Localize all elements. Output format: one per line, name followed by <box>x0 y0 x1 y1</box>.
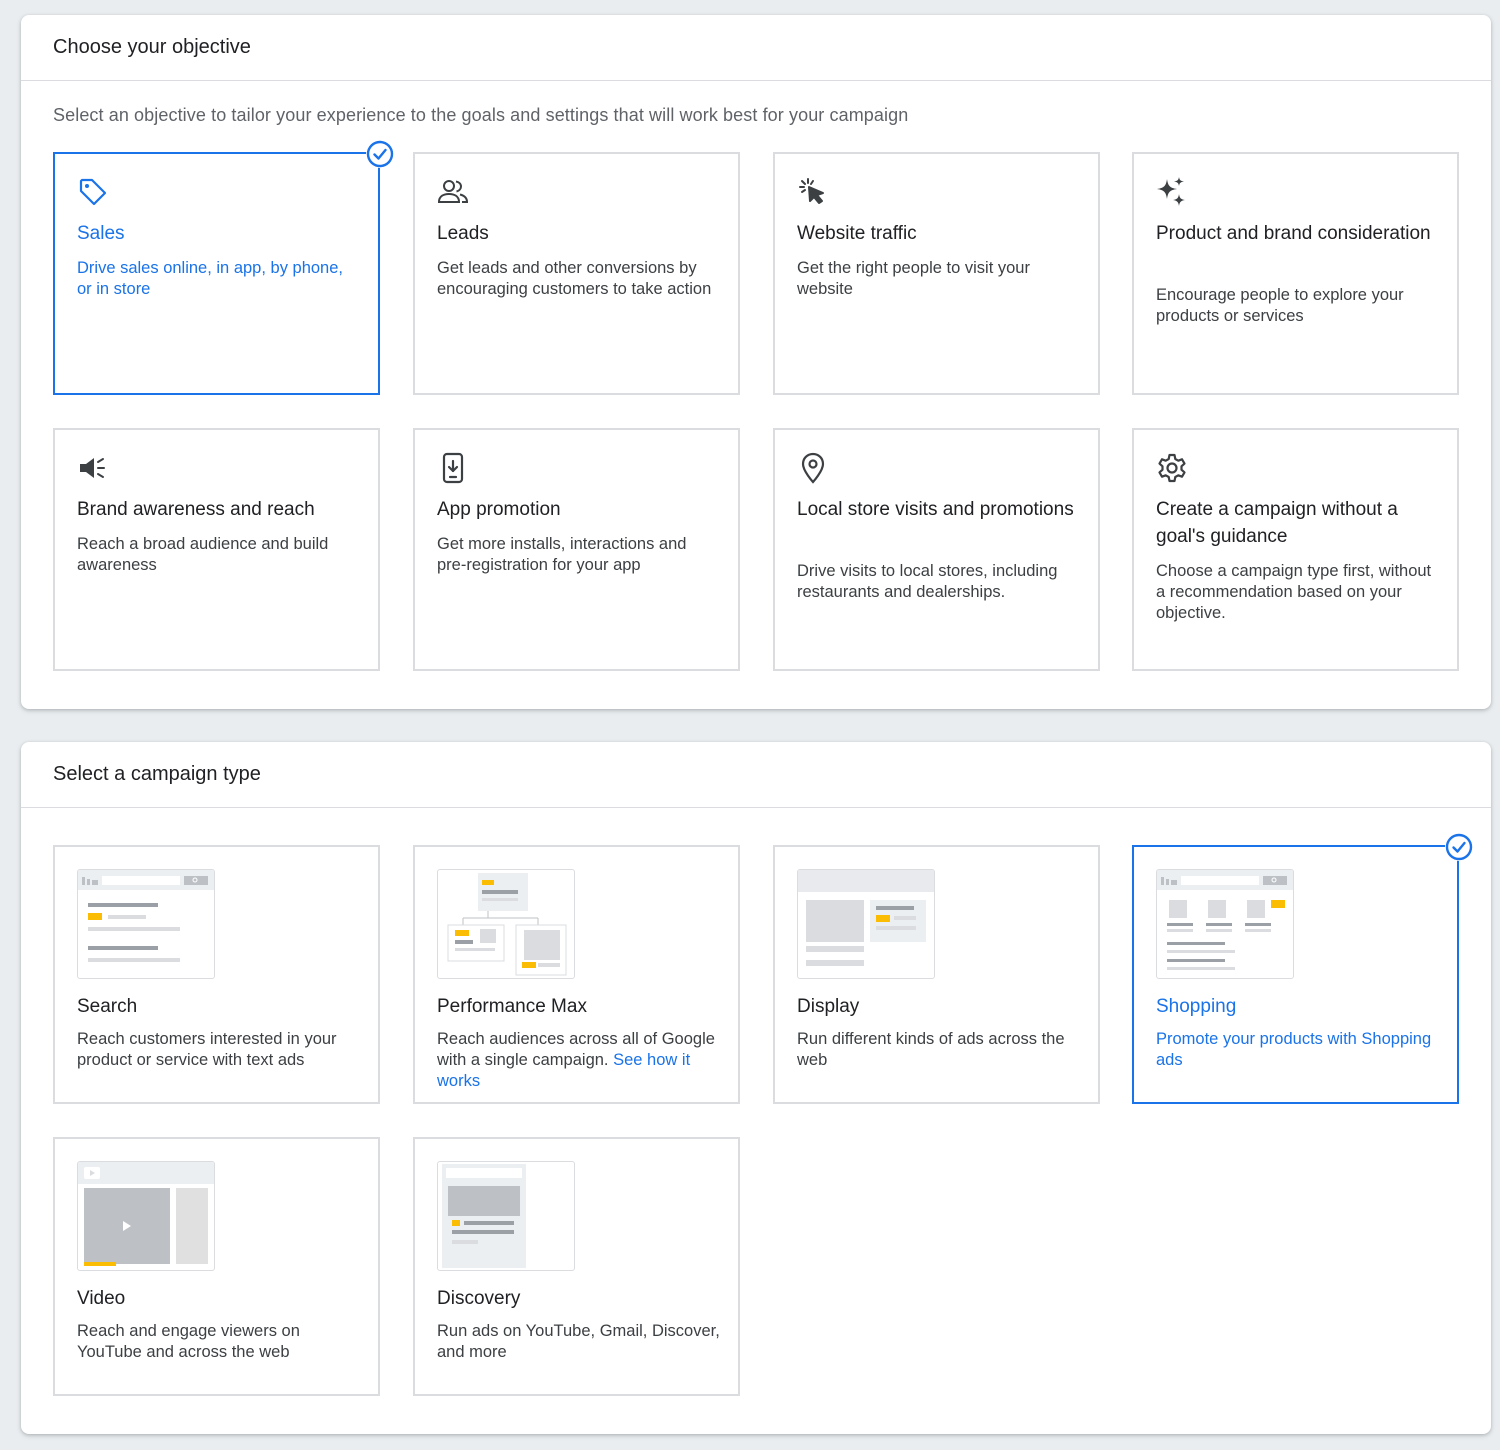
objective-card-sales[interactable]: Sales Drive sales online, in app, by pho… <box>53 140 394 395</box>
objective-card-title: Website traffic <box>797 223 917 244</box>
objective-card-title: Brand awareness and reach <box>77 499 315 520</box>
objective-card-local-store-visits[interactable]: Local store visits and promotions Drive … <box>773 428 1100 671</box>
campaign-card-description: Run different kinds of ads across the we… <box>797 1030 1065 1069</box>
objective-panel-title: Choose your objective <box>21 15 1491 81</box>
tag-icon <box>77 176 109 208</box>
objective-card-brand-awareness[interactable]: Brand awareness and reach Reach a broad … <box>53 428 380 671</box>
campaign-card-title: Display <box>797 996 860 1017</box>
display-thumbnail <box>797 869 935 979</box>
objective-card-title: Sales <box>77 223 125 244</box>
objective-card-title: Create a campaign without a goal's guida… <box>1156 499 1398 547</box>
objective-card-description: Drive sales online, in app, by phone, or… <box>77 259 343 298</box>
campaign-card-title: Discovery <box>437 1288 521 1309</box>
objective-card-title: Leads <box>437 223 489 244</box>
objective-panel: Choose your objective Select an objectiv… <box>21 15 1491 709</box>
campaign-type-panel-title: Select a campaign type <box>21 742 1491 808</box>
megaphone-icon <box>77 452 109 484</box>
objective-card-leads[interactable]: Leads Get leads and other conversions by… <box>413 152 740 395</box>
selected-check-icon <box>1445 833 1473 861</box>
objective-card-product-brand-consideration[interactable]: Product and brand consideration Encourag… <box>1132 152 1459 395</box>
objective-card-description: Choose a campaign type first, without a … <box>1156 562 1432 622</box>
objective-card-title: App promotion <box>437 499 561 520</box>
search-thumbnail <box>77 869 215 979</box>
people-icon <box>437 176 469 208</box>
objective-card-website-traffic[interactable]: Website traffic Get the right people to … <box>773 152 1100 395</box>
campaign-card-display[interactable]: Display Run different kinds of ads acros… <box>773 845 1100 1104</box>
campaign-type-panel: Select a campaign type Search Reach cust… <box>21 742 1491 1434</box>
objective-card-title: Product and brand consideration <box>1156 223 1431 244</box>
location-pin-icon <box>797 452 829 484</box>
campaign-card-search[interactable]: Search Reach customers interested in you… <box>53 845 380 1104</box>
objective-card-no-goal-guidance[interactable]: Create a campaign without a goal's guida… <box>1132 428 1459 671</box>
phone-download-icon <box>437 452 469 484</box>
objective-panel-subtitle: Select an objective to tailor your exper… <box>53 105 909 125</box>
objective-card-description: Encourage people to explore your product… <box>1156 286 1404 325</box>
objective-card-description: Get the right people to visit your websi… <box>797 259 1030 298</box>
objective-card-description: Reach a broad audience and build awarene… <box>77 535 329 574</box>
objective-card-description: Get leads and other conversions by encou… <box>437 259 712 298</box>
campaign-card-description: Reach and engage viewers on YouTube and … <box>77 1322 300 1361</box>
sparkle-icon <box>1156 176 1188 208</box>
campaign-card-title: Shopping <box>1156 996 1237 1017</box>
campaign-card-title: Search <box>77 996 138 1017</box>
discovery-thumbnail <box>437 1161 575 1271</box>
shopping-thumbnail <box>1156 869 1294 979</box>
video-thumbnail <box>77 1161 215 1271</box>
objective-card-description: Drive visits to local stores, including … <box>797 562 1058 601</box>
gear-icon <box>1156 452 1188 484</box>
campaign-card-description: Reach customers interested in your produ… <box>77 1030 337 1069</box>
campaign-card-description: Run ads on YouTube, Gmail, Discover, and… <box>437 1322 720 1361</box>
selected-check-icon <box>366 140 394 168</box>
campaign-card-video[interactable]: Video Reach and engage viewers on YouTub… <box>53 1137 380 1396</box>
campaign-card-title: Performance Max <box>437 996 587 1017</box>
cursor-click-icon <box>797 176 829 208</box>
campaign-card-title: Video <box>77 1288 126 1309</box>
objective-card-description: Get more installs, interactions and pre-… <box>437 535 687 574</box>
campaign-card-description: Reach audiences across all of Google wit… <box>437 1029 720 1092</box>
objective-card-title: Local store visits and promotions <box>797 499 1074 520</box>
objective-card-app-promotion[interactable]: App promotion Get more installs, interac… <box>413 428 740 671</box>
campaign-card-description: Promote your products with Shopping ads <box>1156 1030 1432 1069</box>
campaign-card-performance-max[interactable]: Performance Max Reach audiences across a… <box>413 845 740 1104</box>
campaign-card-shopping[interactable]: Shopping Promote your products with Shop… <box>1132 833 1473 1104</box>
performance-max-thumbnail <box>437 869 575 979</box>
campaign-card-discovery[interactable]: Discovery Run ads on YouTube, Gmail, Dis… <box>413 1137 740 1396</box>
